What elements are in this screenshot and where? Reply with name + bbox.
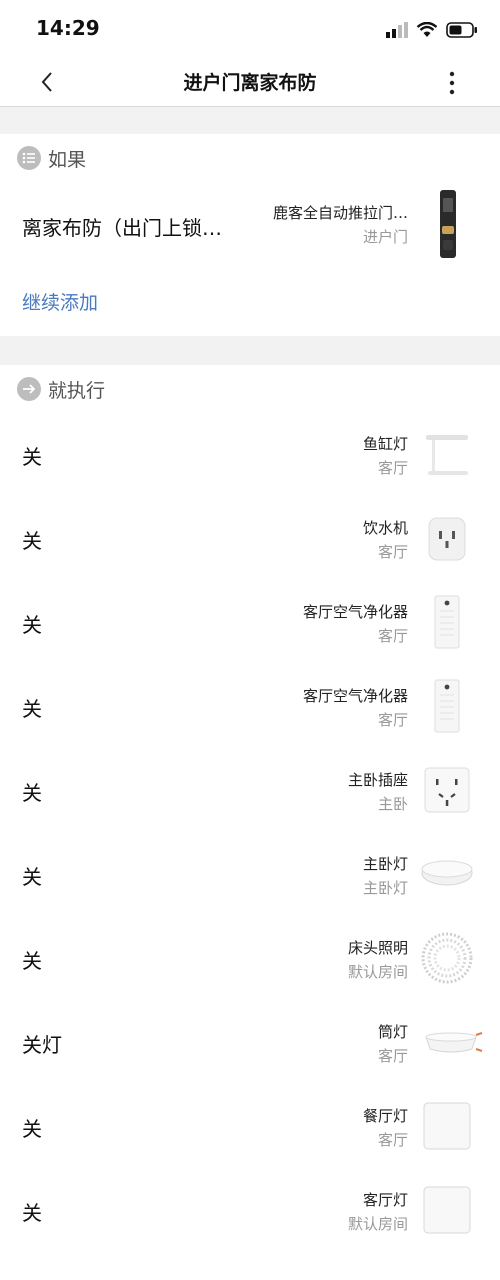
device-room: 默认房间 [347, 963, 408, 981]
battery-icon [446, 22, 477, 38]
if-section-header: 如果 [0, 134, 500, 183]
action-row[interactable]: 关灯 筒灯 客厅 [0, 1001, 500, 1086]
air-purifier-icon [420, 595, 474, 649]
device-room: 客厅 [377, 459, 408, 477]
device-name: 床头照明 [347, 939, 408, 957]
smart-plug-icon [420, 511, 474, 565]
device-name: 主卧灯 [362, 855, 408, 873]
device-room: 客厅 [377, 1131, 408, 1149]
if-section-label: 如果 [48, 149, 87, 171]
ceiling-light-icon [420, 847, 474, 901]
action-label: 关 [22, 1117, 42, 1141]
condition-device-name: 鹿客全自动推拉门… [272, 204, 408, 222]
device-room: 客厅 [377, 711, 408, 729]
device-name: 餐厅灯 [362, 1107, 408, 1125]
action-label: 关 [22, 1201, 42, 1225]
wifi-icon [416, 22, 438, 37]
action-row[interactable]: 关 客厅空气净化器 客厅 [0, 665, 500, 750]
light-panel-icon [420, 1183, 474, 1237]
action-label: 关 [22, 949, 42, 973]
action-row[interactable]: 关 客厅空气净化器 客厅 [0, 581, 500, 666]
action-device: 客厅空气净化器 客厅 [303, 685, 408, 731]
then-section-label: 就执行 [48, 380, 106, 402]
status-icons [386, 18, 478, 42]
action-label: 关 [22, 529, 42, 553]
action-device: 筒灯 客厅 [378, 1021, 408, 1067]
action-label: 关灯 [22, 1033, 62, 1057]
light-panel-icon [420, 1099, 474, 1153]
action-device: 饮水机 客厅 [363, 517, 408, 563]
page-title: 进户门离家布防 [183, 72, 317, 94]
action-row[interactable]: 关 饮水机 客厅 [0, 497, 500, 582]
condition-device: 鹿客全自动推拉门… 进户门 [273, 202, 408, 248]
device-room: 客厅 [377, 627, 408, 645]
arrow-right-icon [17, 377, 41, 401]
action-row[interactable]: 关 主卧灯 主卧灯 [0, 833, 500, 918]
action-label: 关 [22, 697, 42, 721]
device-name: 筒灯 [377, 1023, 408, 1041]
add-condition-row: 继续添加 [0, 266, 500, 336]
action-row[interactable]: 关 鱼缸灯 客厅 [0, 413, 500, 498]
condition-name: 离家布防（出门上锁… [22, 216, 222, 240]
device-name: 客厅空气净化器 [302, 687, 408, 705]
action-label: 关 [22, 781, 42, 805]
device-room: 客厅 [377, 1047, 408, 1065]
action-device: 客厅灯 默认房间 [348, 1189, 408, 1235]
status-bar: 14:29 [0, 0, 500, 58]
more-vertical-icon [449, 71, 455, 95]
action-device: 餐厅灯 客厅 [363, 1105, 408, 1151]
more-button[interactable] [442, 68, 462, 98]
action-device: 主卧插座 主卧 [348, 769, 408, 815]
desk-lamp-icon [420, 427, 474, 481]
downlight-icon [420, 1015, 484, 1069]
light-strip-icon [420, 931, 474, 985]
condition-device-room: 进户门 [362, 228, 408, 246]
action-device: 客厅空气净化器 客厅 [303, 601, 408, 647]
air-purifier-icon [420, 679, 474, 733]
signal-icon [386, 22, 408, 38]
device-room: 主卧灯 [362, 879, 408, 897]
action-row-partial [0, 1253, 500, 1280]
device-name: 饮水机 [362, 519, 408, 537]
action-label: 关 [22, 445, 42, 469]
action-row[interactable]: 关 主卧插座 主卧 [0, 749, 500, 834]
wall-socket-icon [420, 763, 474, 817]
device-name: 鱼缸灯 [362, 435, 408, 453]
device-name: 客厅空气净化器 [302, 603, 408, 621]
action-device: 鱼缸灯 客厅 [363, 433, 408, 479]
action-label: 关 [22, 865, 42, 889]
door-lock-icon [436, 190, 460, 258]
condition-row[interactable]: 离家布防（出门上锁… 鹿客全自动推拉门… 进户门 [0, 182, 500, 267]
action-device: 床头照明 默认房间 [348, 937, 408, 983]
device-name: 主卧插座 [347, 771, 408, 789]
then-section-header: 就执行 [0, 365, 500, 414]
action-row[interactable]: 关 客厅灯 默认房间 [0, 1169, 500, 1254]
list-icon [17, 146, 41, 170]
device-room: 客厅 [377, 543, 408, 561]
nav-bar: 进户门离家布防 [0, 58, 500, 107]
device-name: 客厅灯 [362, 1191, 408, 1209]
device-room: 默认房间 [347, 1215, 408, 1233]
action-label: 关 [22, 613, 42, 637]
status-time: 14:29 [36, 16, 100, 40]
action-row[interactable]: 关 床头照明 默认房间 [0, 917, 500, 1002]
action-device: 主卧灯 主卧灯 [363, 853, 408, 899]
add-condition-link[interactable]: 继续添加 [22, 288, 98, 315]
device-room: 主卧 [377, 795, 408, 813]
action-row[interactable]: 关 餐厅灯 客厅 [0, 1085, 500, 1170]
